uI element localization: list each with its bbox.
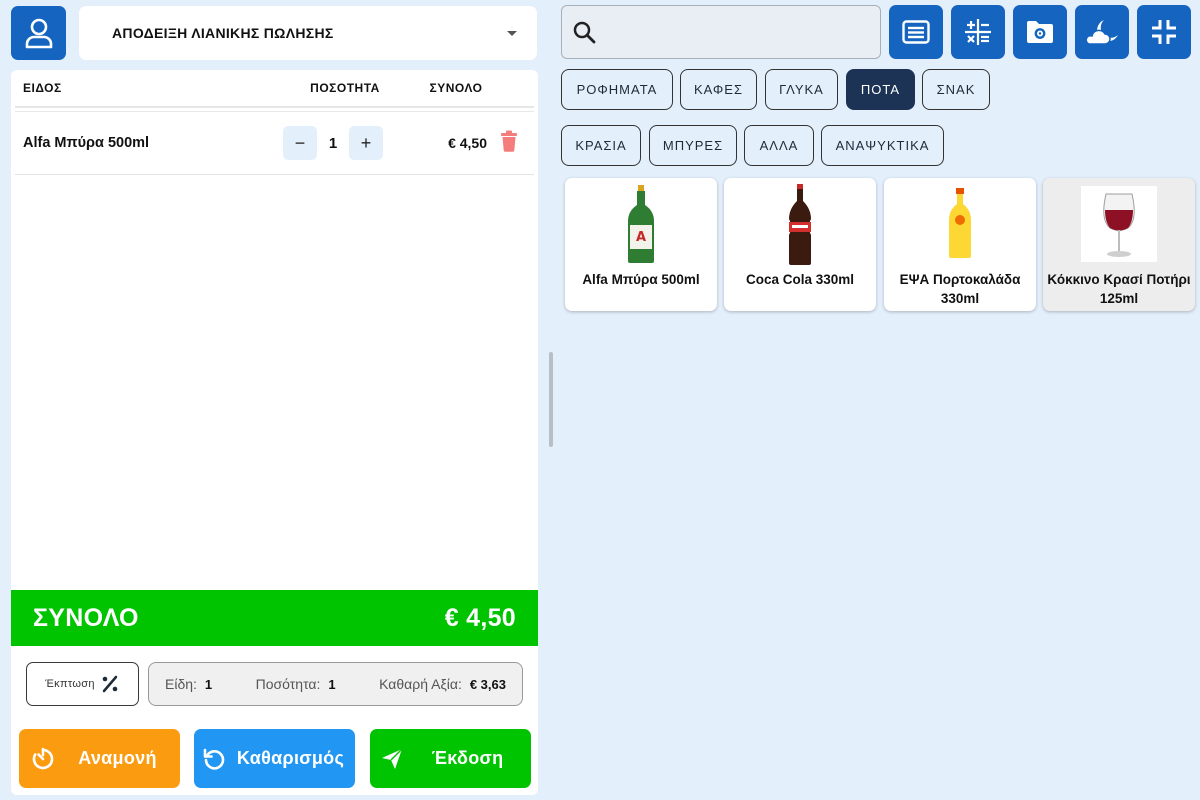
timer-icon: [32, 747, 54, 769]
quantity-stepper: − 1 +: [283, 126, 383, 160]
wait-button[interactable]: Αναμονή: [19, 729, 180, 788]
search-input[interactable]: [606, 23, 880, 41]
total-bar: ΣΥΝΟΛΟ € 4,50: [11, 590, 538, 646]
increase-button[interactable]: +: [349, 126, 383, 160]
svg-text:Α: Α: [636, 230, 646, 245]
cart-item-price: € 4,50: [448, 135, 487, 151]
user-button[interactable]: [11, 6, 66, 60]
discount-label: Έκπτωση: [45, 678, 95, 690]
product-name: Κόκκινο Κρασί Ποτήρι 125ml: [1047, 272, 1191, 306]
product-card[interactable]: Κόκκινο Κρασί Ποτήρι 125ml: [1043, 178, 1195, 311]
clear-label: Καθαρισμός: [236, 748, 345, 768]
category-snacks[interactable]: ΣΝΑΚ: [922, 69, 990, 110]
cola-bottle-icon: [724, 178, 876, 270]
category-other[interactable]: ΑΛΛΑ: [744, 125, 814, 166]
product-card[interactable]: Α Alfa Μπύρα 500ml: [565, 178, 717, 311]
cart-panel: ΕΙΔΟΣ ΠΟΣΟΤΗΤΑ ΣΥΝΟΛΟ Alfa Μπύρα 500ml −…: [11, 70, 538, 795]
category-beers[interactable]: ΜΠΥΡΕΣ: [649, 125, 737, 166]
product-card[interactable]: Coca Cola 330ml: [724, 178, 876, 311]
product-card[interactable]: ΕΨΑ Πορτοκαλάδα 330ml: [884, 178, 1036, 311]
receipt-list-icon: [902, 20, 930, 44]
header-quantity: ΠΟΣΟΤΗΤΑ: [310, 81, 380, 95]
wine-glass-icon: [1043, 178, 1195, 270]
decrease-button[interactable]: −: [283, 126, 317, 160]
receipt-list-button[interactable]: [889, 5, 943, 59]
panel-splitter-handle[interactable]: [549, 352, 553, 447]
undo-icon: [203, 748, 225, 770]
category-soft-drinks[interactable]: ΑΝΑΨΥΚΤΙΚΑ: [821, 125, 944, 166]
discount-button[interactable]: Έκπτωση: [26, 662, 139, 706]
folder-settings-button[interactable]: [1013, 5, 1067, 59]
category-wines[interactable]: ΚΡΑΣΙΑ: [561, 125, 641, 166]
quantity-value: 1: [328, 134, 338, 152]
orangeade-bottle-icon: [884, 178, 1036, 270]
exit-fullscreen-button[interactable]: [1137, 5, 1191, 59]
send-icon: [382, 747, 403, 769]
summary-net-value: Καθαρή Αξία: € 3,63: [379, 676, 506, 692]
cart-item-name: Alfa Μπύρα 500ml: [23, 135, 150, 151]
category-beverages[interactable]: ΡΟΦΗΜΑΤΑ: [561, 69, 673, 110]
document-type-select[interactable]: ΑΠΟΔΕΙΞΗ ΛΙΑΝΙΚΗΣ ΠΩΛΗΣΗΣ: [79, 6, 537, 60]
header-total: ΣΥΝΟΛΟ: [429, 81, 483, 95]
trash-icon[interactable]: [499, 130, 519, 157]
issue-button[interactable]: Έκδοση: [370, 729, 531, 788]
user-icon: [25, 18, 52, 49]
clear-button[interactable]: Καθαρισμός: [194, 729, 355, 788]
moon-cloud-icon: [1085, 20, 1118, 45]
wait-label: Αναμονή: [78, 748, 157, 768]
cart-header: ΕΙΔΟΣ ΠΟΣΟΤΗΤΑ ΣΥΝΟΛΟ: [15, 70, 534, 108]
category-coffees[interactable]: ΚΑΦΕΣ: [680, 69, 757, 110]
beer-bottle-icon: Α: [565, 178, 717, 270]
product-name: ΕΨΑ Πορτοκαλάδα 330ml: [899, 272, 1021, 306]
total-value: € 4,50: [444, 603, 516, 632]
product-name: Coca Cola 330ml: [745, 272, 855, 287]
summary-quantity: Ποσότητα: 1: [255, 676, 336, 692]
search-icon: [573, 21, 596, 44]
category-sweets[interactable]: ΓΛΥΚΑ: [765, 69, 838, 110]
cart-summary: Είδη: 1 Ποσότητα: 1 Καθαρή Αξία: € 3,63: [148, 662, 523, 706]
folder-settings-icon: [1027, 21, 1053, 43]
calculator-button[interactable]: [951, 5, 1005, 59]
product-name: Alfa Μπύρα 500ml: [582, 272, 700, 287]
cart-row[interactable]: Alfa Μπύρα 500ml − 1 + € 4,50: [15, 112, 534, 175]
issue-label: Έκδοση: [431, 748, 504, 768]
exit-fullscreen-icon: [1152, 20, 1176, 44]
header-item: ΕΙΔΟΣ: [23, 81, 62, 95]
category-drinks[interactable]: ΠΟΤΑ: [846, 69, 915, 110]
total-label: ΣΥΝΟΛΟ: [33, 603, 139, 632]
search-box[interactable]: [561, 5, 881, 59]
night-mode-button[interactable]: [1075, 5, 1129, 59]
percent-icon: [102, 675, 118, 693]
chevron-down-icon: [507, 30, 517, 36]
document-type-label: ΑΠΟΔΕΙΞΗ ΛΙΑΝΙΚΗΣ ΠΩΛΗΣΗΣ: [112, 25, 334, 41]
calculator-icon: [965, 19, 991, 45]
summary-items: Είδη: 1: [165, 676, 213, 692]
